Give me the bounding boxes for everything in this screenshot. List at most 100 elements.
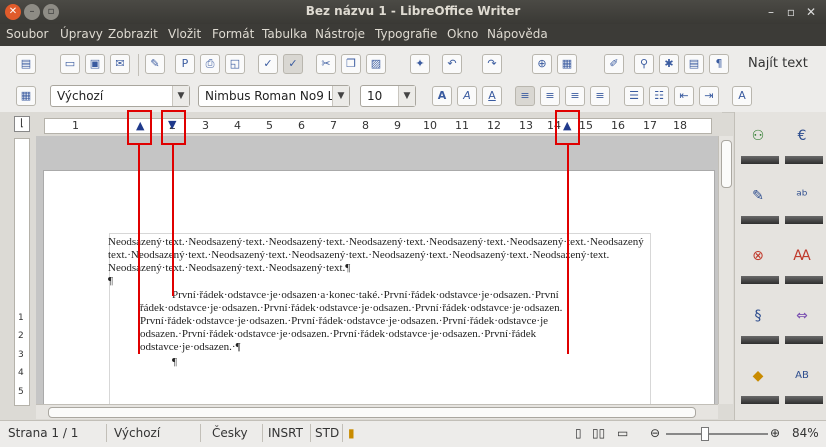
font-name-select[interactable]: Nimbus Roman No9 L ▼ [198,85,350,107]
table-icon[interactable]: ▦ [557,54,577,74]
sidebar-section-bar[interactable] [741,336,779,344]
justify-icon[interactable]: ≡ [590,86,610,106]
menu-soubor[interactable]: Soubor [6,27,48,41]
cut-icon[interactable]: ✂ [316,54,336,74]
double-arrow-icon[interactable]: ⇔ [791,306,813,326]
email-icon[interactable]: ✉ [110,54,130,74]
bullets-icon[interactable]: ☷ [649,86,669,106]
chevron-down-icon[interactable]: ▼ [172,86,189,106]
align-left-icon[interactable]: ≡ [515,86,535,106]
single-page-view-icon[interactable]: ▯ [575,426,582,440]
bold-icon[interactable]: A [432,86,452,106]
align-right-icon[interactable]: ≡ [565,86,585,106]
sidebar-section-bar[interactable] [785,336,823,344]
find-replace-icon[interactable]: ⚲ [634,54,654,74]
sidebar-section-bar[interactable] [741,396,779,404]
menu-vlozit[interactable]: Vložit [168,27,201,41]
zoom-in-icon[interactable]: ⊕ [770,426,780,440]
numbering-icon[interactable]: ☰ [624,86,644,106]
sidebar-section-bar[interactable] [785,156,823,164]
tab-type-selector[interactable]: ⌊ [14,116,30,132]
undo-icon[interactable]: ↶ [442,54,462,74]
paragraph-style-select[interactable]: Výchozí ▼ [50,85,190,107]
vertical-ruler[interactable]: 1 2 3 4 5 [14,138,30,406]
find-text-button[interactable]: Najít text [748,56,808,71]
new-document-icon[interactable]: ▤ [16,54,36,74]
sidebar-section-bar[interactable] [785,276,823,284]
binoculars-icon[interactable]: ⚇ [747,126,769,146]
status-page[interactable]: Strana 1 / 1 [8,426,78,440]
paragraph-line[interactable]: První·řádek·odstavce·je·odsazen.·První·ř… [140,315,548,328]
redo-icon[interactable]: ↷ [482,54,502,74]
zoom-level[interactable]: 84% [792,426,819,440]
menu-nastroje[interactable]: Nástroje [315,27,365,41]
menu-zobrazit[interactable]: Zobrazit [108,27,158,41]
chevron-down-icon[interactable]: ▼ [332,86,349,106]
paint-bucket-icon[interactable]: ◆ [747,366,769,386]
menu-upravy[interactable]: Úpravy [60,27,103,41]
doc-close-icon[interactable]: ✕ [802,3,820,21]
copy-icon[interactable]: ❐ [341,54,361,74]
underline-icon[interactable]: A [482,86,502,106]
vertical-scrollbar[interactable] [718,136,733,404]
nonprinting-chars-icon[interactable]: ¶ [709,54,729,74]
paragraph-first-line[interactable]: První·řádek·odstavce·je·odsazen·a·konec·… [172,289,559,302]
styles-icon[interactable]: ▦ [16,86,36,106]
sidebar-section-bar[interactable] [741,216,779,224]
abc-replace-icon[interactable]: ᵃᵇ [791,186,813,206]
paste-icon[interactable]: ▨ [366,54,386,74]
export-pdf-icon[interactable]: P [175,54,195,74]
paragraph-line[interactable]: Neodsazený·text.·Neodsazený·text.·Neodsa… [108,262,350,275]
clone-formatting-icon[interactable]: ✦ [410,54,430,74]
doc-minimize-icon[interactable]: – [762,3,780,21]
menu-tabulka[interactable]: Tabulka [262,27,307,41]
paragraph-line[interactable]: odstavce·je·odsazen.·¶ [140,341,241,354]
multi-page-view-icon[interactable]: ▯▯ [592,426,605,440]
empty-paragraph-mark[interactable]: ¶ [172,356,177,369]
ab-cd-replace-icon[interactable]: AB [791,366,813,386]
menu-format[interactable]: Formát [212,27,254,41]
edit-pencil-icon[interactable]: ✎ [747,186,769,206]
paragraph-line[interactable]: text.·Neodsazený·text.·Neodsazený·text.·… [108,249,609,262]
navigator-icon[interactable]: ✱ [659,54,679,74]
font-swap-icon[interactable]: Ꜳ [791,246,813,266]
chevron-down-icon[interactable]: ▼ [398,86,415,106]
status-insert-mode[interactable]: INSRT [268,426,303,440]
zoom-slider-handle[interactable] [701,427,709,441]
scroll-icon[interactable]: § [747,306,769,326]
spellcheck-icon[interactable]: ✓ [258,54,278,74]
draw-functions-icon[interactable]: ✐ [604,54,624,74]
sidebar-section-bar[interactable] [785,216,823,224]
menu-napoveda[interactable]: Nápověda [487,27,548,41]
autospellcheck-icon[interactable]: ✓ [283,54,303,74]
no-break-icon[interactable]: ⊗ [747,246,769,266]
paragraph-line[interactable]: odsazen.·První·řádek·odstavce·je·odsazen… [140,328,536,341]
font-color-icon[interactable]: A [732,86,752,106]
euro-converter-icon[interactable]: € [791,126,813,146]
save-icon[interactable]: ▣ [85,54,105,74]
print-icon[interactable]: ⎙ [200,54,220,74]
doc-restore-icon[interactable]: ▫ [782,3,800,21]
decrease-indent-icon[interactable]: ⇤ [674,86,694,106]
document-page[interactable] [43,170,715,404]
open-icon[interactable]: ▭ [60,54,80,74]
align-center-icon[interactable]: ≡ [540,86,560,106]
status-language[interactable]: Česky [212,426,248,440]
sidebar-section-bar[interactable] [741,156,779,164]
font-size-select[interactable]: 10 ▼ [360,85,416,107]
document-modified-icon[interactable]: ▮ [348,426,355,440]
status-style[interactable]: Výchozí [114,426,160,440]
menu-okno[interactable]: Okno [447,27,478,41]
horizontal-scrollbar[interactable] [36,404,718,419]
sidebar-section-bar[interactable] [741,276,779,284]
edit-mode-icon[interactable]: ✎ [145,54,165,74]
vertical-scroll-thumb[interactable] [721,140,732,188]
status-selection-mode[interactable]: STD [315,426,339,440]
gallery-icon[interactable]: ▤ [684,54,704,74]
paragraph-line[interactable]: Neodsazený·text.·Neodsazený·text.·Neodsa… [108,236,644,249]
menu-typografie[interactable]: Typografie [375,27,437,41]
horizontal-scroll-thumb[interactable] [48,407,696,418]
increase-indent-icon[interactable]: ⇥ [699,86,719,106]
zoom-out-icon[interactable]: ⊖ [650,426,660,440]
print-preview-icon[interactable]: ◱ [225,54,245,74]
